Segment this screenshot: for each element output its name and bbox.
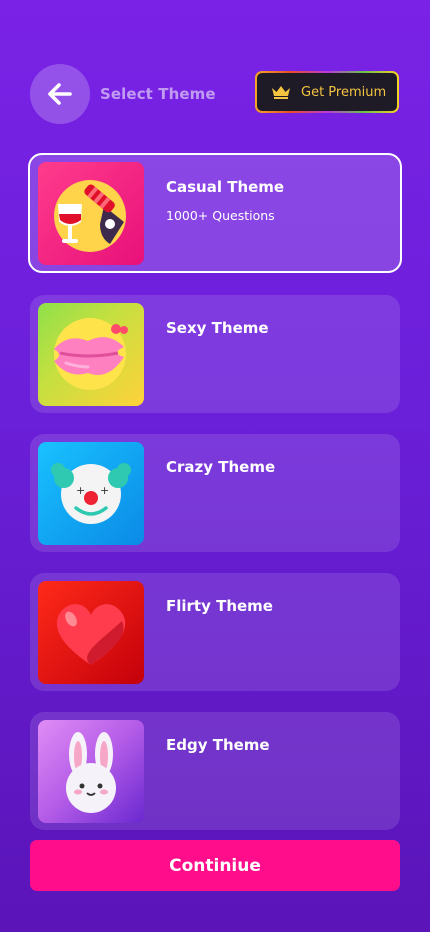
theme-name: Sexy Theme: [166, 319, 269, 337]
theme-card-casual[interactable]: Casual Theme 1000+ Questions: [28, 153, 402, 273]
flirty-thumbnail: [38, 581, 144, 684]
theme-name: Crazy Theme: [166, 458, 276, 476]
wine-glass-icon: [54, 180, 126, 252]
header: Select Theme Get Premium: [30, 64, 399, 124]
theme-name: Casual Theme: [166, 178, 285, 196]
theme-card-crazy[interactable]: + + Crazy Theme: [30, 434, 400, 552]
theme-card-flirty[interactable]: Flirty Theme: [30, 573, 400, 691]
svg-text:+: +: [76, 484, 85, 497]
lips-icon: [54, 318, 128, 390]
theme-card-sexy[interactable]: Sexy Theme: [30, 295, 400, 413]
clown-icon: + +: [51, 463, 131, 524]
crown-icon: [272, 86, 290, 99]
theme-card-edgy[interactable]: Edgy Theme: [30, 712, 400, 830]
theme-list: Casual Theme 1000+ Questions Sexy Theme: [28, 153, 402, 851]
sexy-thumbnail: [38, 303, 144, 406]
get-premium-label: Get Premium: [301, 84, 387, 100]
crazy-thumbnail: + +: [38, 442, 144, 545]
casual-thumbnail: [38, 162, 144, 265]
svg-text:+: +: [100, 484, 109, 497]
theme-subtitle: 1000+ Questions: [166, 208, 275, 223]
theme-name: Edgy Theme: [166, 736, 270, 754]
arrow-left-icon: [48, 83, 72, 105]
theme-name: Flirty Theme: [166, 597, 273, 615]
continue-button[interactable]: Continiue: [30, 840, 400, 891]
get-premium-button[interactable]: Get Premium: [255, 71, 399, 113]
bunny-icon: [66, 732, 116, 813]
back-button[interactable]: [30, 64, 90, 124]
page-title: Select Theme: [100, 85, 216, 103]
heart-icon: [56, 604, 126, 665]
edgy-thumbnail: [38, 720, 144, 823]
